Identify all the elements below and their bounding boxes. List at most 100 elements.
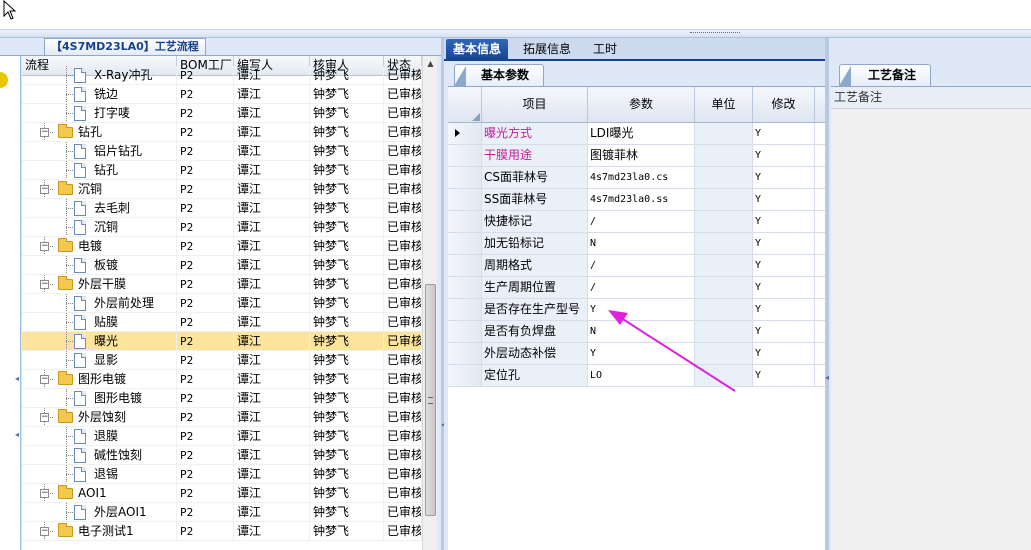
- unit-cell[interactable]: [695, 211, 753, 232]
- parameter-row[interactable]: 外层动态补偿 Y Y: [448, 343, 825, 365]
- tree-node[interactable]: 板镀: [22, 256, 177, 274]
- collapse-toggle-icon[interactable]: −: [40, 280, 49, 289]
- grid-corner[interactable]: [448, 87, 482, 122]
- scroll-thumb[interactable]: [425, 284, 436, 516]
- scroll-up-arrow-icon[interactable]: ▲: [423, 56, 438, 72]
- subtab-basic-params[interactable]: 基本参数: [454, 64, 545, 86]
- modify-cell[interactable]: Y: [753, 123, 815, 144]
- tree-row[interactable]: 曝光 P2 谭江 钟梦飞 已审核: [22, 332, 422, 351]
- row-header[interactable]: [448, 167, 482, 188]
- splitter-grip-icon[interactable]: [690, 32, 740, 35]
- expand-arrow-icon[interactable]: ◂: [15, 374, 19, 383]
- row-header[interactable]: [448, 233, 482, 254]
- remarks-field[interactable]: [831, 109, 1031, 549]
- tab-extended-info[interactable]: 拓展信息: [516, 39, 578, 61]
- tree-row[interactable]: 退锡 P2 谭江 钟梦飞 已审核: [22, 465, 422, 484]
- tree-node[interactable]: − 电镀: [22, 237, 177, 255]
- tab-work-hours[interactable]: 工时: [586, 39, 624, 61]
- param-cell[interactable]: Y: [588, 299, 695, 320]
- unit-cell[interactable]: [695, 167, 753, 188]
- tree-node[interactable]: 外层前处理: [22, 294, 177, 312]
- collapse-toggle-icon[interactable]: −: [40, 375, 49, 384]
- modify-cell[interactable]: Y: [753, 189, 815, 210]
- collapse-toggle-icon[interactable]: −: [40, 489, 49, 498]
- unit-cell[interactable]: [695, 123, 753, 144]
- modify-cell[interactable]: Y: [753, 211, 815, 232]
- parameter-row[interactable]: 是否存在生产型号 Y Y: [448, 299, 825, 321]
- tree-node[interactable]: 贴膜: [22, 313, 177, 331]
- tree-row[interactable]: 去毛刺 P2 谭江 钟梦飞 已审核: [22, 199, 422, 218]
- tree-row[interactable]: 显影 P2 谭江 钟梦飞 已审核: [22, 351, 422, 370]
- parameter-row[interactable]: 曝光方式 LDI曝光 Y: [448, 123, 825, 145]
- tree-row[interactable]: X-Ray冲孔 P2 谭江 钟梦飞 已审核: [22, 66, 422, 85]
- row-header[interactable]: [448, 145, 482, 166]
- tree-row[interactable]: 沉铜 P2 谭江 钟梦飞 已审核: [22, 218, 422, 237]
- parameter-row[interactable]: 快捷标记 / Y: [448, 211, 825, 233]
- tab-process-remarks[interactable]: 工艺备注: [839, 64, 932, 86]
- unit-cell[interactable]: [695, 321, 753, 342]
- tree-node[interactable]: − 外层干膜: [22, 275, 177, 293]
- tree-row[interactable]: 铣边 P2 谭江 钟梦飞 已审核: [22, 85, 422, 104]
- parameter-row[interactable]: 定位孔 LO Y: [448, 365, 825, 387]
- unit-cell[interactable]: [695, 365, 753, 386]
- tree-row[interactable]: 铝片钻孔 P2 谭江 钟梦飞 已审核: [22, 142, 422, 161]
- tree-row[interactable]: 贴膜 P2 谭江 钟梦飞 已审核: [22, 313, 422, 332]
- collapse-toggle-icon[interactable]: −: [40, 242, 49, 251]
- tree-node[interactable]: 图形电镀: [22, 389, 177, 407]
- column-header-modify[interactable]: 修改: [753, 87, 815, 122]
- parameter-row[interactable]: SS面菲林号 4s7md23la0.ss Y: [448, 189, 825, 211]
- tree-row[interactable]: 碱性蚀刻 P2 谭江 钟梦飞 已审核: [22, 446, 422, 465]
- param-cell[interactable]: N: [588, 233, 695, 254]
- tree-node[interactable]: 钻孔: [22, 161, 177, 179]
- param-cell[interactable]: LDI曝光: [588, 123, 695, 144]
- tree-node[interactable]: 铝片钻孔: [22, 142, 177, 160]
- collapse-toggle-icon[interactable]: −: [40, 527, 49, 536]
- tree-node[interactable]: − 钻孔: [22, 123, 177, 141]
- param-cell[interactable]: Y: [588, 343, 695, 364]
- tree-row[interactable]: 打字唛 P2 谭江 钟梦飞 已审核: [22, 104, 422, 123]
- modify-cell[interactable]: Y: [753, 277, 815, 298]
- tree-node[interactable]: 打字唛: [22, 104, 177, 122]
- tree-node[interactable]: − 沉铜: [22, 180, 177, 198]
- param-cell[interactable]: N: [588, 321, 695, 342]
- unit-cell[interactable]: [695, 277, 753, 298]
- param-cell[interactable]: 图镀菲林: [588, 145, 695, 166]
- param-cell[interactable]: /: [588, 277, 695, 298]
- tree-row[interactable]: 板镀 P2 谭江 钟梦飞 已审核: [22, 256, 422, 275]
- tree-node[interactable]: − 电子测试1: [22, 522, 177, 540]
- tree-row[interactable]: − 外层干膜 P2 谭江 钟梦飞 已审核: [22, 275, 422, 294]
- param-cell[interactable]: LO: [588, 365, 695, 386]
- tree-node[interactable]: 退锡: [22, 465, 177, 483]
- modify-cell[interactable]: Y: [753, 343, 815, 364]
- modify-cell[interactable]: Y: [753, 233, 815, 254]
- row-header[interactable]: [448, 365, 482, 386]
- modify-cell[interactable]: Y: [753, 145, 815, 166]
- tree-row[interactable]: 退膜 P2 谭江 钟梦飞 已审核: [22, 427, 422, 446]
- tree-node[interactable]: 沉铜: [22, 218, 177, 236]
- tree-node[interactable]: − 图形电镀: [22, 370, 177, 388]
- param-cell[interactable]: /: [588, 211, 695, 232]
- parameter-row[interactable]: 干膜用途 图镀菲林 Y: [448, 145, 825, 167]
- tree-row[interactable]: − 图形电镀 P2 谭江 钟梦飞 已审核: [22, 370, 422, 389]
- modify-cell[interactable]: Y: [753, 321, 815, 342]
- tree-row[interactable]: − 钻孔 P2 谭江 钟梦飞 已审核: [22, 123, 422, 142]
- tree-row[interactable]: − AOI1 P2 谭江 钟梦飞 已审核: [22, 484, 422, 503]
- collapse-toggle-icon[interactable]: −: [40, 413, 49, 422]
- tree-row[interactable]: − 电子测试1 P2 谭江 钟梦飞 已审核: [22, 522, 422, 541]
- row-header[interactable]: [448, 277, 482, 298]
- tree-row[interactable]: 钻孔 P2 谭江 钟梦飞 已审核: [22, 161, 422, 180]
- unit-cell[interactable]: [695, 255, 753, 276]
- tree-row[interactable]: − 电镀 P2 谭江 钟梦飞 已审核: [22, 237, 422, 256]
- column-header-param[interactable]: 参数: [588, 87, 695, 122]
- tree-node[interactable]: 显影: [22, 351, 177, 369]
- param-cell[interactable]: 4s7md23la0.cs: [588, 167, 695, 188]
- row-header[interactable]: [448, 321, 482, 342]
- collapse-toggle-icon[interactable]: −: [40, 185, 49, 194]
- param-cell[interactable]: 4s7md23la0.ss: [588, 189, 695, 210]
- column-header-unit[interactable]: 单位: [695, 87, 753, 122]
- process-flow-title-tab[interactable]: 【4S7MD23LA0】工艺流程: [44, 38, 206, 55]
- tree-vertical-scrollbar[interactable]: ▲: [422, 56, 437, 550]
- unit-cell[interactable]: [695, 343, 753, 364]
- parameter-row[interactable]: 生产周期位置 / Y: [448, 277, 825, 299]
- unit-cell[interactable]: [695, 145, 753, 166]
